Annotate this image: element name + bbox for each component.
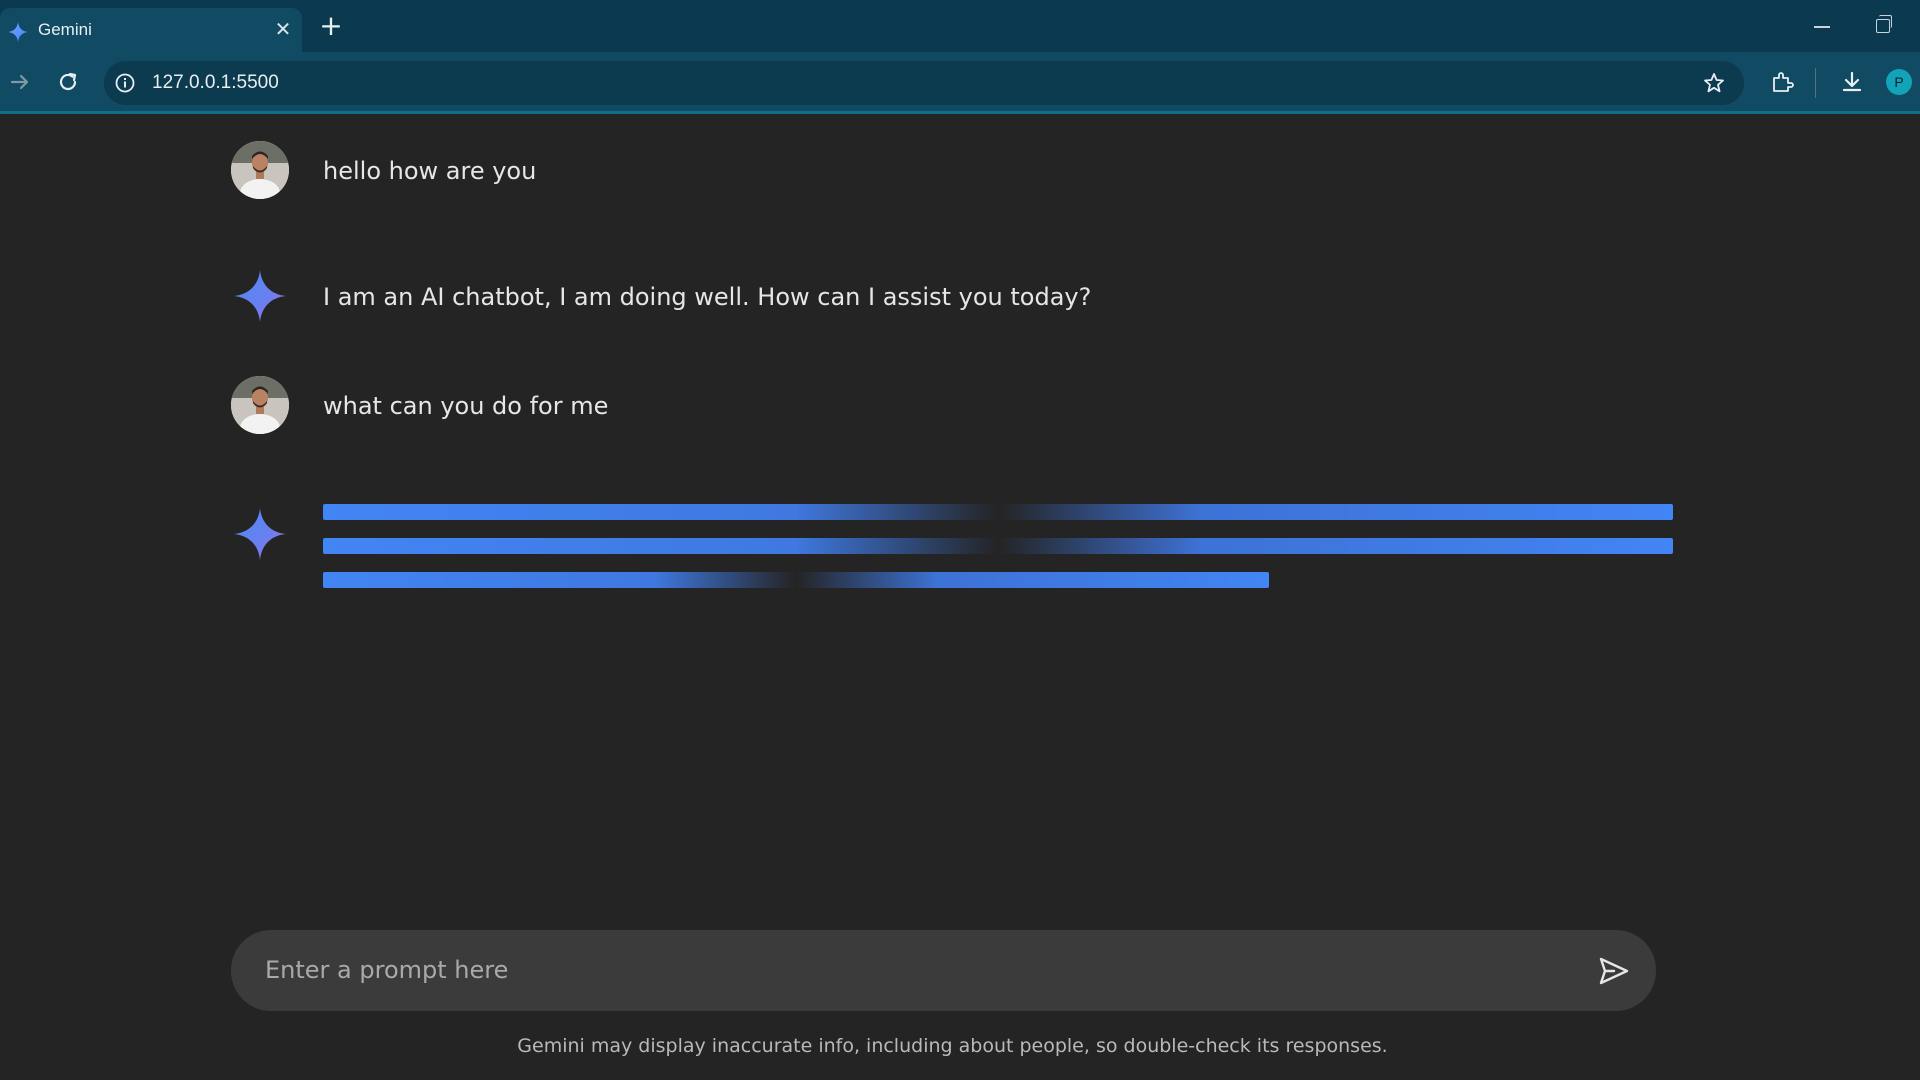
gemini-sparkle-icon <box>234 270 286 322</box>
assistant-loading-message <box>231 502 1673 602</box>
loading-bar <box>323 504 1673 520</box>
assistant-message: I am an AI chatbot, I am doing well. How… <box>231 267 1671 327</box>
profile-avatar-button[interactable]: P <box>1886 69 1912 95</box>
user-photo-icon <box>231 141 289 199</box>
extensions-icon[interactable] <box>1768 68 1796 96</box>
new-tab-button[interactable]: + <box>318 12 344 40</box>
gemini-sparkle-icon <box>234 508 286 560</box>
reload-icon[interactable] <box>54 68 82 96</box>
disclaimer-text: Gemini may display inaccurate info, incl… <box>517 1035 1388 1057</box>
user-message: what can you do for me <box>231 376 1671 436</box>
user-avatar <box>231 141 289 199</box>
close-tab-icon[interactable]: ✕ <box>272 18 294 40</box>
address-bar[interactable]: 127.0.0.1:5500 <box>104 61 1744 105</box>
prompt-input[interactable] <box>265 950 1565 990</box>
restore-window-icon[interactable] <box>1876 15 1892 33</box>
toolbar-divider <box>1815 68 1816 98</box>
prompt-composer <box>231 930 1656 1011</box>
site-info-icon[interactable] <box>114 72 136 94</box>
browser-tab-gemini[interactable]: Gemini ✕ <box>0 8 302 52</box>
bookmark-star-icon[interactable] <box>1702 71 1726 95</box>
chat-page: hello how are you I am an AI chatbot, I … <box>0 117 1920 1080</box>
loading-bar <box>323 538 1673 554</box>
gemini-favicon-icon <box>8 22 28 42</box>
message-text: hello how are you <box>323 157 537 185</box>
send-icon[interactable] <box>1598 956 1630 986</box>
url-text[interactable]: 127.0.0.1:5500 <box>152 72 279 94</box>
loading-bar <box>323 572 1269 588</box>
user-photo-icon <box>231 376 289 434</box>
message-text: I am an AI chatbot, I am doing well. How… <box>323 283 1092 311</box>
minimize-window-icon[interactable] <box>1814 26 1830 28</box>
user-avatar <box>231 376 289 434</box>
user-message: hello how are you <box>231 141 1671 201</box>
downloads-icon[interactable] <box>1838 68 1866 96</box>
browser-toolbar: 127.0.0.1:5500 P <box>0 52 1920 114</box>
message-text: what can you do for me <box>323 392 609 420</box>
forward-icon[interactable] <box>6 68 34 96</box>
browser-tabstrip: Gemini ✕ + <box>0 0 1920 52</box>
tab-title: Gemini <box>38 20 92 39</box>
